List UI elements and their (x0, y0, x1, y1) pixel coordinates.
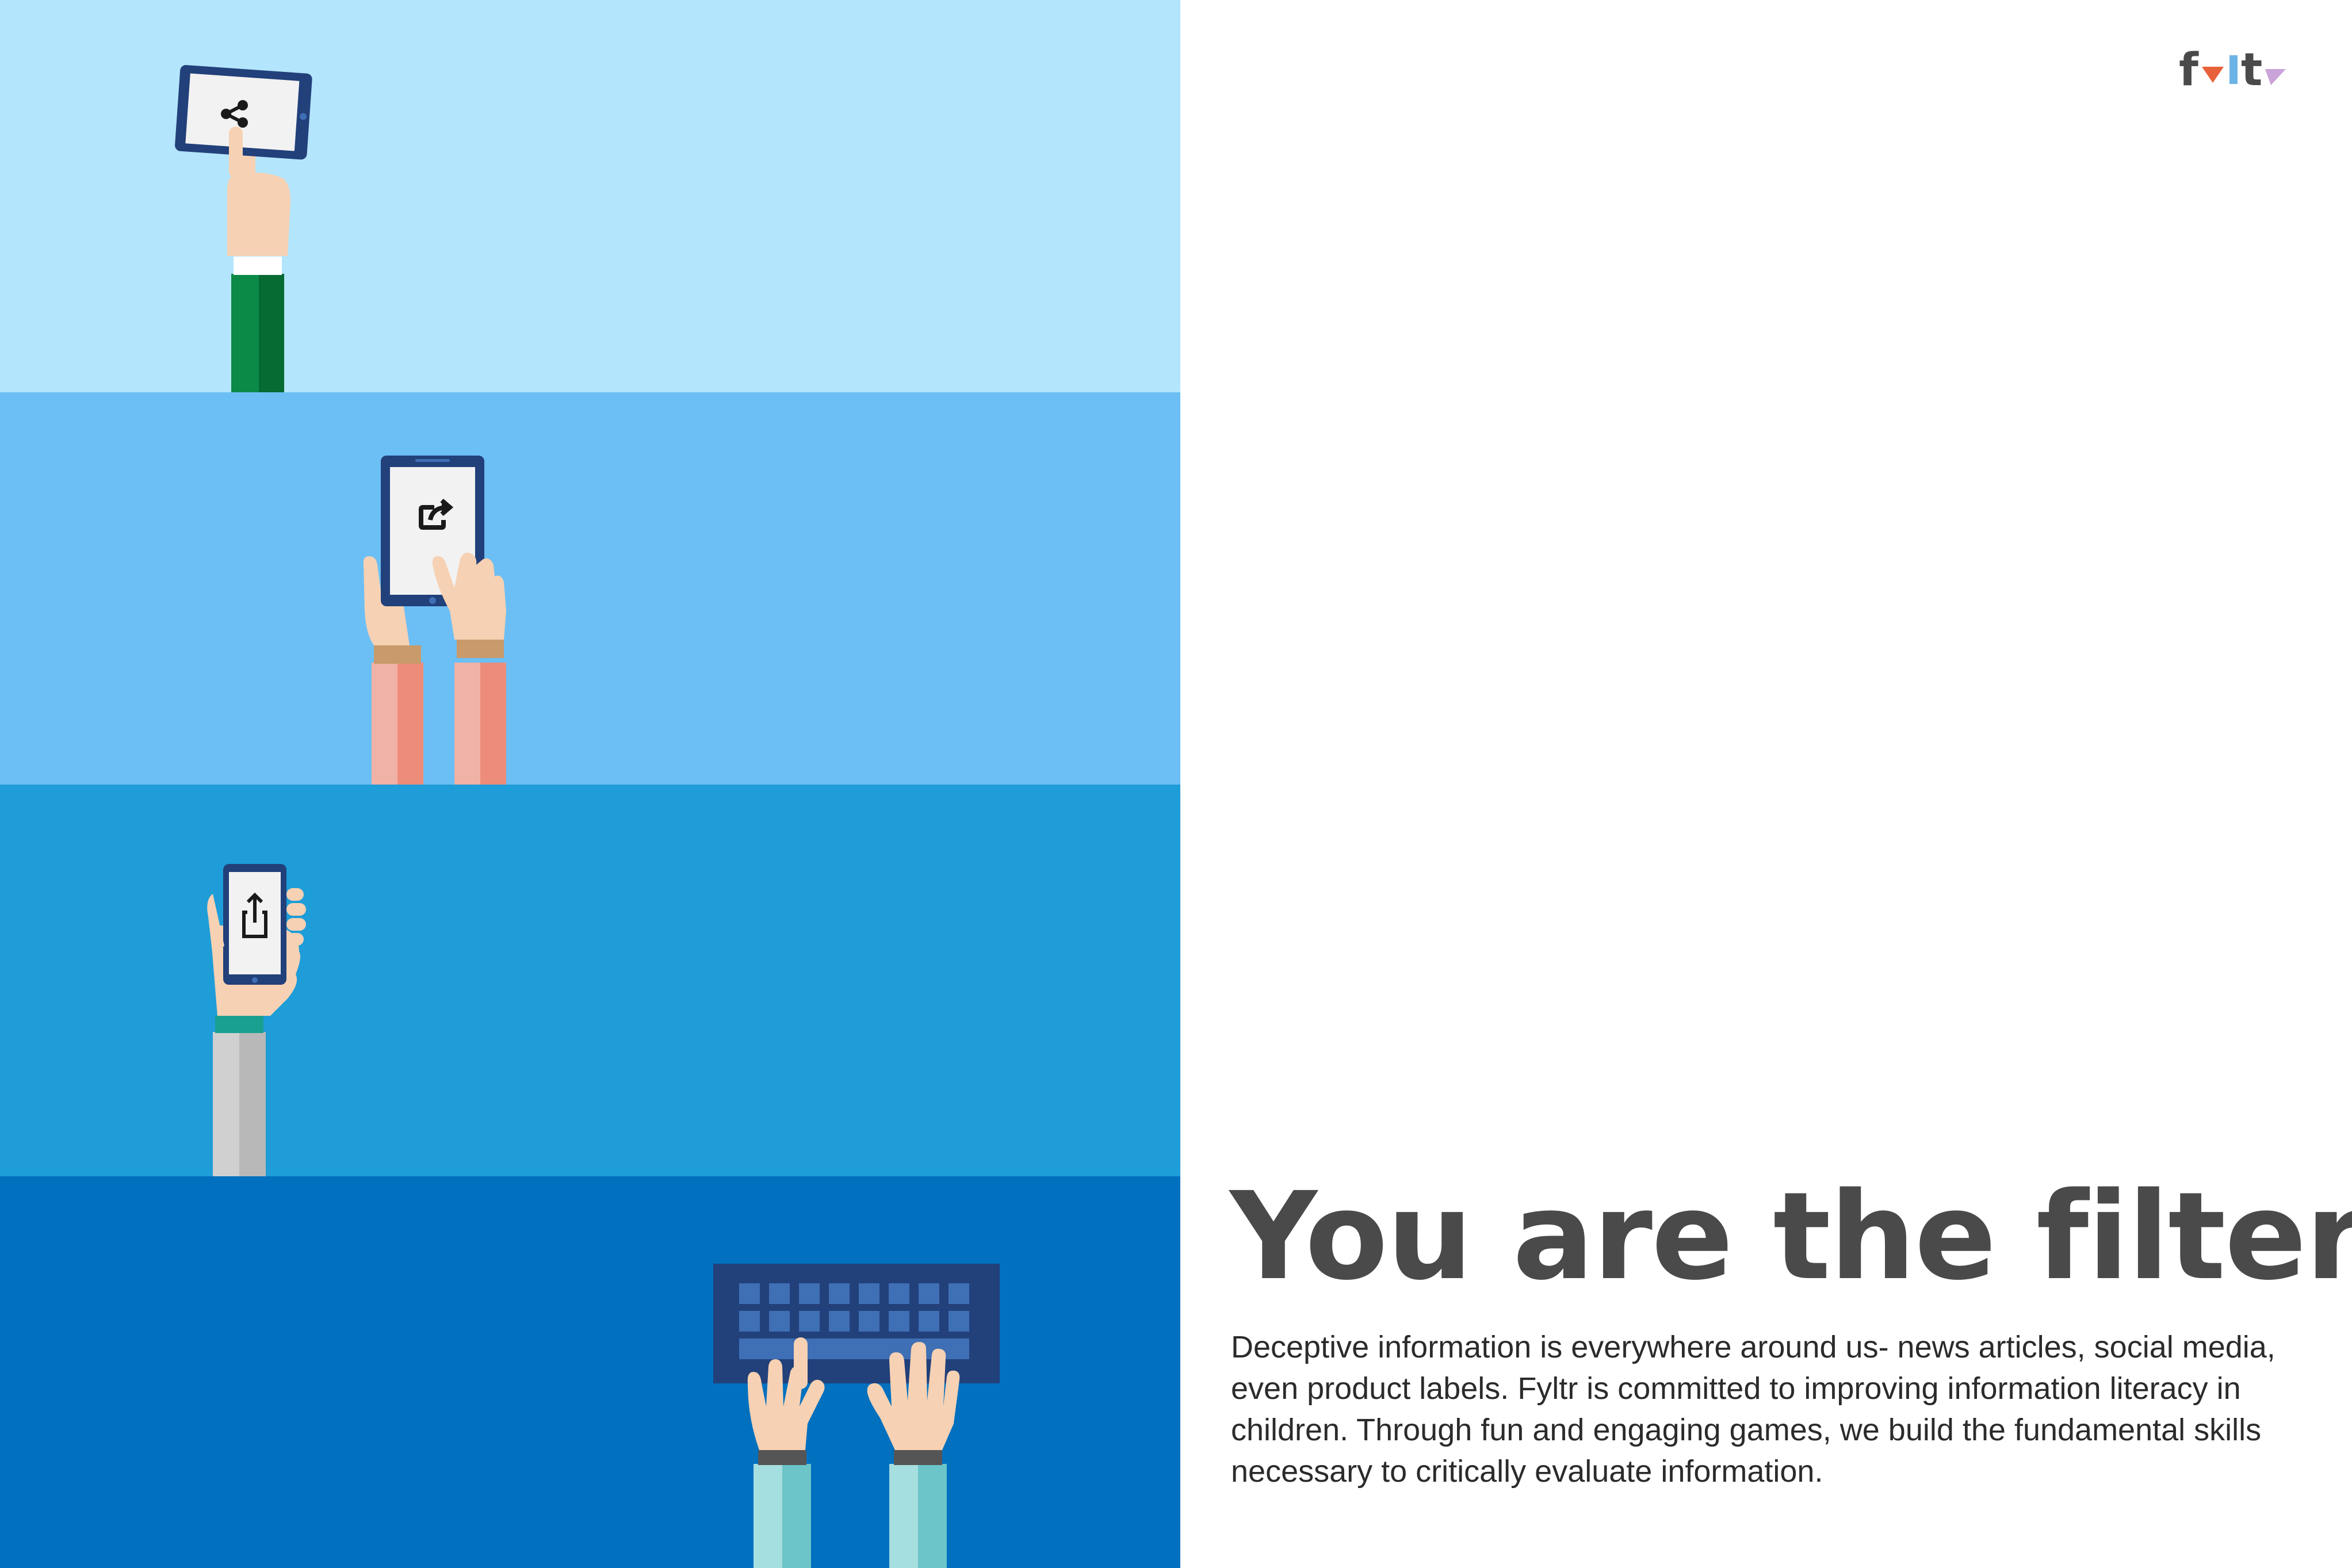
keyboard-icon (713, 1264, 1000, 1383)
hands-holding-tablet (363, 456, 506, 785)
hand-holding-phone (207, 864, 306, 1176)
band-forward (0, 392, 1180, 785)
hands-typing-keyboard (713, 1264, 1000, 1568)
hand-tapping-tablet (175, 65, 312, 392)
description: Deceptive information is everywhere arou… (1231, 1330, 2275, 1489)
page-title: You are the filter (1230, 1166, 2352, 1307)
illustration-panel (0, 0, 1180, 1568)
band-keyboard (0, 1176, 1180, 1568)
fyltr-logo: fyltr f t (2179, 47, 2305, 93)
svg-text:f: f (2179, 47, 2199, 93)
band-upload (0, 785, 1180, 1176)
band-share (0, 0, 1180, 392)
svg-text:t: t (2241, 47, 2262, 93)
